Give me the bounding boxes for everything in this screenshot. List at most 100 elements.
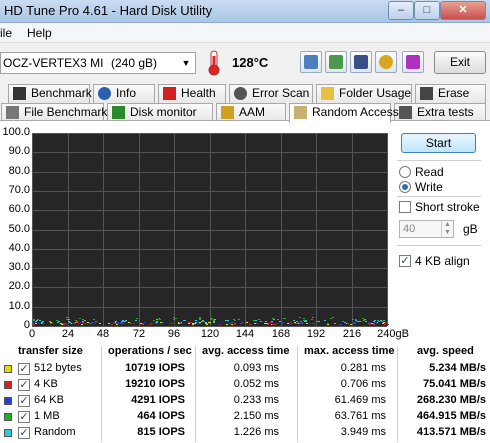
- data-point-4-kb: [151, 322, 154, 324]
- copy-text-button[interactable]: [300, 51, 322, 73]
- grid-line-vertical: [68, 133, 69, 326]
- data-point-random: [38, 320, 41, 322]
- ops-cell: 815 IOPS: [137, 426, 185, 438]
- data-point-64-kb: [91, 322, 94, 324]
- drive-select[interactable]: OCZ-VERTEX3 MI (240 gB) ▼: [0, 52, 196, 74]
- data-point-64-kb: [112, 322, 115, 324]
- divider: [397, 160, 481, 161]
- data-point-random: [358, 320, 361, 322]
- tab-info[interactable]: Info: [93, 84, 155, 103]
- grid-line-vertical: [139, 133, 140, 326]
- data-point-64-kb: [386, 323, 389, 325]
- data-point-64-kb: [84, 323, 87, 325]
- data-point-random: [213, 321, 215, 323]
- file-icon: [6, 106, 19, 119]
- tab-folder-usage[interactable]: Folder Usage: [316, 84, 412, 103]
- data-point-random: [354, 319, 357, 321]
- menu-help[interactable]: Help: [27, 26, 52, 40]
- table-row: ✓ 4 KB 19210 IOPS 0.052 ms 0.706 ms 75.041 MB…: [4, 378, 488, 394]
- thermometer-icon: [208, 50, 220, 76]
- ops-cell: 10719 IOPS: [125, 362, 185, 374]
- data-point-64-kb: [78, 322, 81, 324]
- minimize-button[interactable]: –: [388, 1, 414, 20]
- save-button[interactable]: [350, 51, 372, 73]
- series-checkbox[interactable]: ✓: [18, 427, 30, 439]
- data-point-4-kb: [33, 323, 36, 325]
- options-button[interactable]: [375, 51, 397, 73]
- data-point-random: [121, 319, 124, 321]
- data-point-random: [183, 319, 186, 321]
- ops-cell: 4291 IOPS: [131, 394, 185, 406]
- data-point-random: [344, 321, 346, 323]
- tab-label: Folder Usage: [339, 86, 412, 100]
- y-tick-label: 100.0: [2, 126, 30, 138]
- max-access-cell: 63.761 ms: [334, 410, 386, 422]
- data-point-512-bytes: [35, 322, 37, 324]
- data-point-random: [318, 320, 321, 322]
- data-point-1-mb: [75, 320, 78, 322]
- tab-benchmark[interactable]: Benchmark: [8, 84, 92, 103]
- data-point-random: [84, 320, 87, 322]
- maximize-button[interactable]: □: [414, 1, 440, 20]
- data-point-random: [324, 320, 327, 322]
- exit-button[interactable]: Exit: [434, 51, 486, 74]
- data-point-1-mb: [158, 318, 161, 320]
- data-point-512-bytes: [286, 323, 289, 325]
- data-point-random: [48, 320, 51, 322]
- align-checkbox[interactable]: ✓: [399, 255, 411, 267]
- data-point-1-mb: [173, 319, 176, 321]
- header-avg-speed: avg. speed: [417, 345, 474, 357]
- data-point-64-kb: [275, 323, 278, 325]
- write-radio-button[interactable]: [399, 181, 411, 193]
- trash-icon: [420, 87, 433, 100]
- copy-text-icon: [304, 55, 318, 69]
- tab-random-access[interactable]: Random Access: [289, 103, 399, 123]
- data-point-64-kb: [375, 323, 378, 324]
- grid-line-vertical: [352, 133, 353, 326]
- tab-erase[interactable]: Erase: [415, 84, 486, 103]
- tab-label: Benchmark: [31, 86, 92, 100]
- y-tick-label: 90.0: [8, 145, 30, 157]
- data-point-64-kb: [268, 323, 271, 325]
- start-button[interactable]: Start: [401, 133, 476, 153]
- data-point-random: [156, 321, 159, 323]
- data-point-4-kb: [149, 323, 152, 325]
- download-button[interactable]: [402, 51, 424, 73]
- tab-error-scan[interactable]: Error Scan: [229, 84, 313, 103]
- data-point-1-mb: [198, 318, 201, 320]
- folder-icon: [321, 87, 334, 100]
- transfer-size-cell: 512 bytes: [34, 362, 82, 374]
- tab-label: AAM: [239, 105, 266, 119]
- grid-line-vertical: [174, 133, 175, 326]
- data-point-random: [364, 320, 367, 322]
- data-point-random: [201, 319, 204, 321]
- health-cross-icon: [163, 87, 176, 100]
- transfer-size-cell: 4 KB: [34, 378, 58, 390]
- menu-file[interactable]: ile: [0, 26, 12, 40]
- header-ops: operations / sec: [108, 345, 192, 357]
- data-point-4-kb: [354, 323, 357, 325]
- short-stroke-spinner[interactable]: 40 ▲ ▼: [399, 220, 454, 238]
- series-checkbox[interactable]: ✓: [18, 379, 30, 391]
- grid-line-vertical: [103, 133, 104, 326]
- data-point-random: [374, 320, 376, 322]
- tab-health[interactable]: Health: [158, 84, 226, 103]
- x-tick-label: 120: [200, 328, 220, 340]
- grid-line-vertical: [281, 133, 282, 326]
- short-stroke-value: 40: [403, 223, 416, 235]
- data-point-64-kb: [94, 322, 97, 324]
- read-radio-button[interactable]: [399, 166, 411, 178]
- short-stroke-checkbox[interactable]: [399, 201, 411, 213]
- avg-access-cell: 0.093 ms: [233, 362, 279, 374]
- series-checkbox[interactable]: ✓: [18, 411, 30, 423]
- series-checkbox[interactable]: ✓: [18, 395, 30, 407]
- close-button[interactable]: ✕: [440, 1, 486, 20]
- spinner-arrows-icon[interactable]: ▲ ▼: [441, 221, 453, 237]
- data-point-4-kb: [255, 323, 258, 325]
- grid-line-vertical: [32, 133, 33, 326]
- series-checkbox[interactable]: ✓: [18, 363, 30, 375]
- copy-screenshot-button[interactable]: [325, 51, 347, 73]
- avg-speed-cell: 268.230 MB/s: [416, 394, 486, 406]
- x-tick-label: 240gB: [377, 328, 409, 340]
- x-tick-label: 48: [96, 328, 110, 340]
